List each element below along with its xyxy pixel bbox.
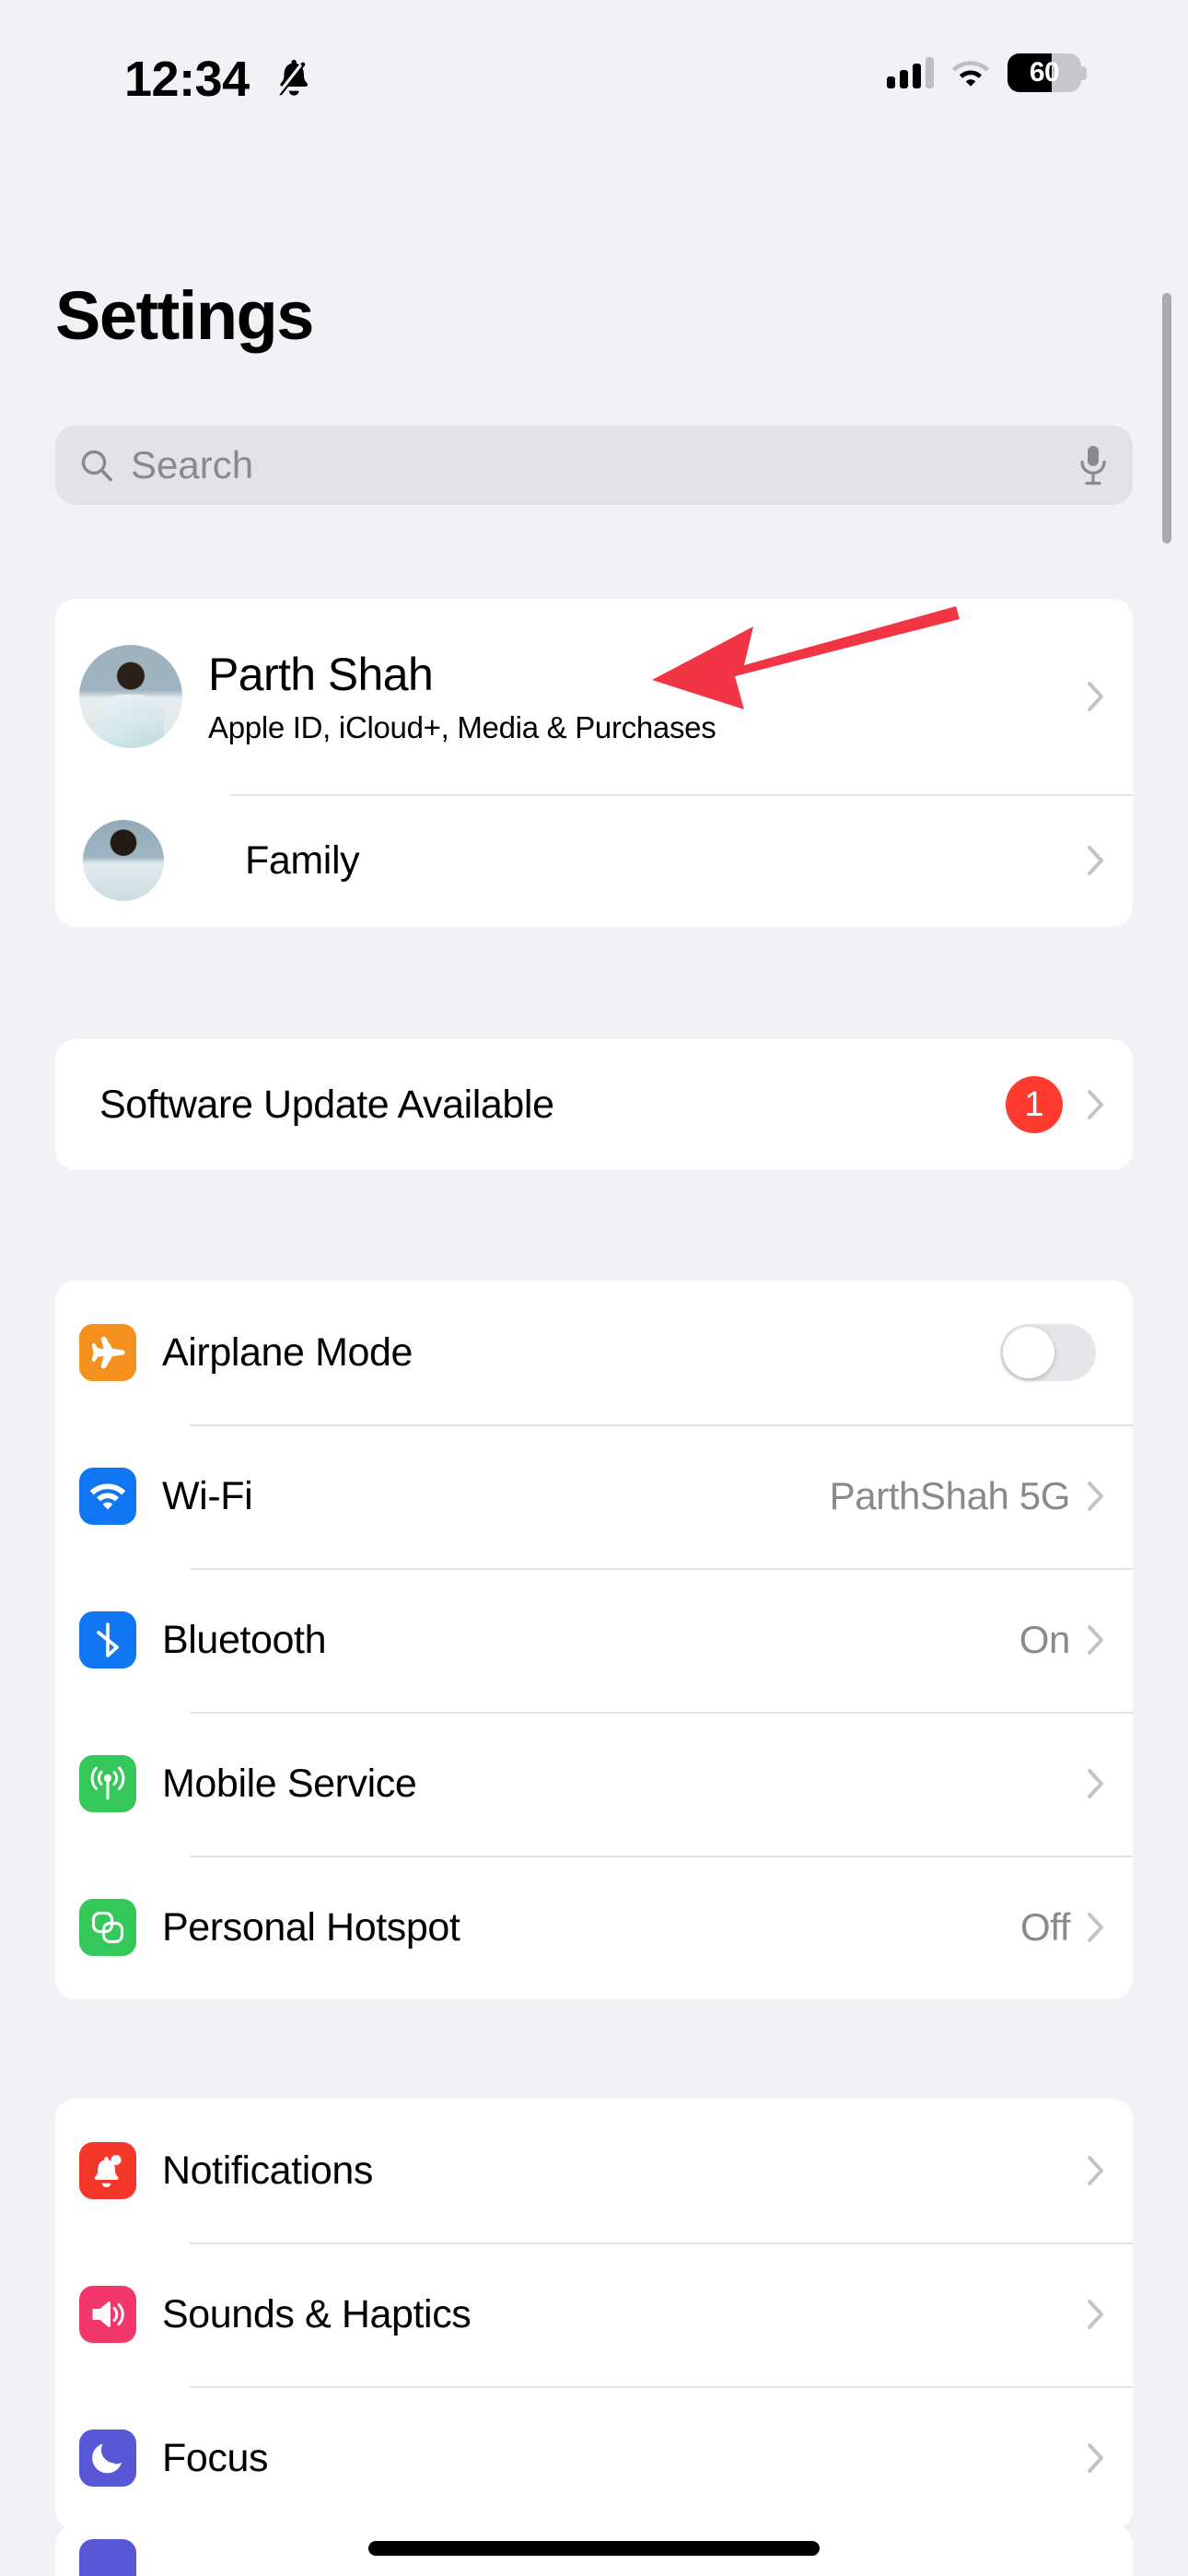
chevron-right-icon <box>1088 1481 1103 1511</box>
row-label: Bluetooth <box>162 1617 327 1662</box>
page-title: Settings <box>55 277 314 354</box>
home-indicator <box>368 2541 820 2556</box>
row-label: Focus <box>162 2435 269 2480</box>
chevron-right-icon <box>1088 2300 1103 2329</box>
scroll-indicator[interactable] <box>1162 293 1171 544</box>
sidebar-item-wifi[interactable]: Wi-Fi ParthShah 5G <box>55 1424 1133 1568</box>
row-label: Sounds & Haptics <box>162 2291 472 2336</box>
hotspot-icon <box>79 1899 136 1956</box>
row-value: ParthShah 5G <box>829 1474 1071 1517</box>
search-input[interactable] <box>131 443 1077 487</box>
battery-percent-label: 60 <box>1029 57 1060 88</box>
sidebar-item-software-update[interactable]: Software Update Available 1 <box>55 1039 1133 1170</box>
settings-screen: 12:34 60 Settings Search Parth Shah Appl… <box>0 0 1188 2576</box>
software-update-label: Software Update Available <box>99 1082 554 1127</box>
status-bar-time: 12:34 <box>124 52 250 107</box>
sidebar-item-sounds-haptics[interactable]: Sounds & Haptics <box>55 2242 1133 2386</box>
avatar <box>79 645 182 748</box>
software-update-card: Software Update Available 1 <box>55 1039 1133 1170</box>
row-label: Personal Hotspot <box>162 1904 460 1950</box>
connectivity-card: Airplane Mode Wi-Fi ParthShah 5G Bluetoo… <box>55 1281 1133 1999</box>
moon-icon <box>79 2430 136 2487</box>
chevron-right-icon <box>1088 682 1103 711</box>
hourglass-icon <box>79 2539 136 2576</box>
row-label: Mobile Service <box>162 1761 417 1806</box>
chevron-right-icon <box>1088 1625 1103 1655</box>
airplane-icon <box>79 1324 136 1381</box>
notifications-card: Notifications Sounds & Haptics Focus <box>55 2099 1133 2530</box>
search-icon <box>81 450 112 482</box>
status-bar: 12:34 60 <box>0 0 1188 147</box>
cellular-signal-icon <box>887 57 934 88</box>
battery-icon: 60 <box>1007 53 1087 92</box>
sidebar-item-family[interactable]: Family <box>55 794 1133 927</box>
row-label: Notifications <box>162 2148 374 2193</box>
chevron-right-icon <box>1088 2156 1103 2185</box>
row-label: Airplane Mode <box>162 1329 413 1375</box>
sidebar-item-apple-account[interactable]: Parth Shah Apple ID, iCloud+, Media & Pu… <box>55 599 1133 794</box>
chevron-right-icon <box>1088 846 1103 875</box>
chevron-right-icon <box>1088 2443 1103 2473</box>
search-field[interactable] <box>55 426 1133 505</box>
wifi-icon <box>79 1468 136 1525</box>
chevron-right-icon <box>1088 1090 1103 1119</box>
microphone-icon[interactable] <box>1077 444 1109 486</box>
row-label: Wi-Fi <box>162 1473 253 1518</box>
sidebar-item-notifications[interactable]: Notifications <box>55 2099 1133 2242</box>
sidebar-item-mobile-service[interactable]: Mobile Service <box>55 1712 1133 1856</box>
status-bar-indicators: 60 <box>887 53 1087 92</box>
airplane-mode-toggle[interactable] <box>1000 1324 1096 1381</box>
family-avatars <box>79 816 219 905</box>
row-value: On <box>1019 1618 1071 1661</box>
chevron-right-icon <box>1088 1913 1103 1942</box>
sidebar-item-bluetooth[interactable]: Bluetooth On <box>55 1568 1133 1712</box>
sidebar-item-personal-hotspot[interactable]: Personal Hotspot Off <box>55 1856 1133 1999</box>
row-value: Off <box>1019 1905 1070 1949</box>
bell-icon <box>79 2142 136 2199</box>
bell-slash-icon <box>275 59 308 98</box>
family-label: Family <box>245 837 360 883</box>
account-subtitle: Apple ID, iCloud+, Media & Purchases <box>208 710 716 744</box>
sidebar-item-airplane-mode[interactable]: Airplane Mode <box>55 1281 1133 1424</box>
status-badge: 1 <box>1006 1076 1063 1133</box>
annotation-arrow <box>652 606 960 709</box>
wifi-icon <box>952 60 989 87</box>
speaker-icon <box>79 2286 136 2343</box>
antenna-icon <box>79 1755 136 1812</box>
chevron-right-icon <box>1088 1769 1103 1798</box>
account-card: Parth Shah Apple ID, iCloud+, Media & Pu… <box>55 599 1133 927</box>
sidebar-item-focus[interactable]: Focus <box>55 2386 1133 2530</box>
bluetooth-icon <box>79 1611 136 1669</box>
